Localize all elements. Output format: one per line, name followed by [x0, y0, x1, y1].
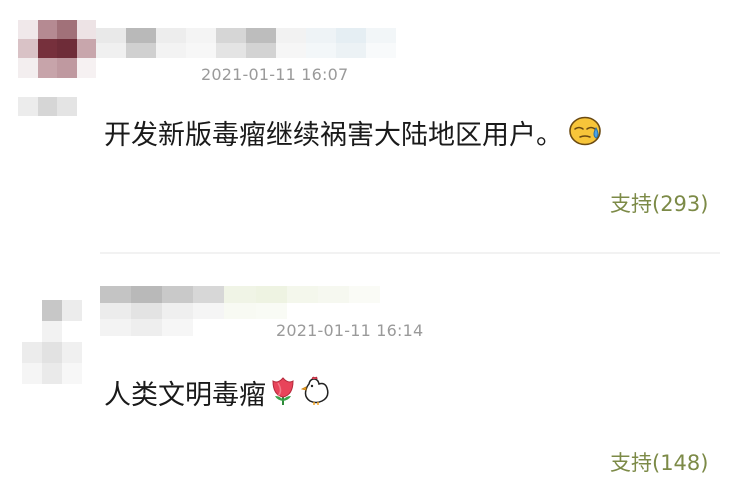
tulip-emoji — [268, 375, 298, 416]
comment-body: 人类文明毒瘤 — [104, 379, 266, 411]
cold-sweat-emoji — [569, 116, 603, 155]
comment-timestamp: 2021-01-11 16:14 — [276, 321, 424, 340]
comment-text: 人类文明毒瘤 — [104, 375, 332, 416]
chicken-emoji — [300, 375, 332, 416]
avatar[interactable] — [22, 300, 82, 384]
divider — [100, 252, 720, 254]
like-button[interactable]: 支持(293) — [610, 191, 708, 217]
comment-timestamp: 2021-01-11 16:07 — [201, 65, 349, 84]
comment-body: 开发新版毒瘤继续祸害大陆地区用户。 — [104, 119, 563, 151]
avatar[interactable] — [18, 20, 96, 116]
like-button[interactable]: 支持(148) — [610, 450, 708, 476]
username[interactable] — [96, 28, 396, 58]
comment-text: 开发新版毒瘤继续祸害大陆地区用户。 — [104, 116, 603, 155]
